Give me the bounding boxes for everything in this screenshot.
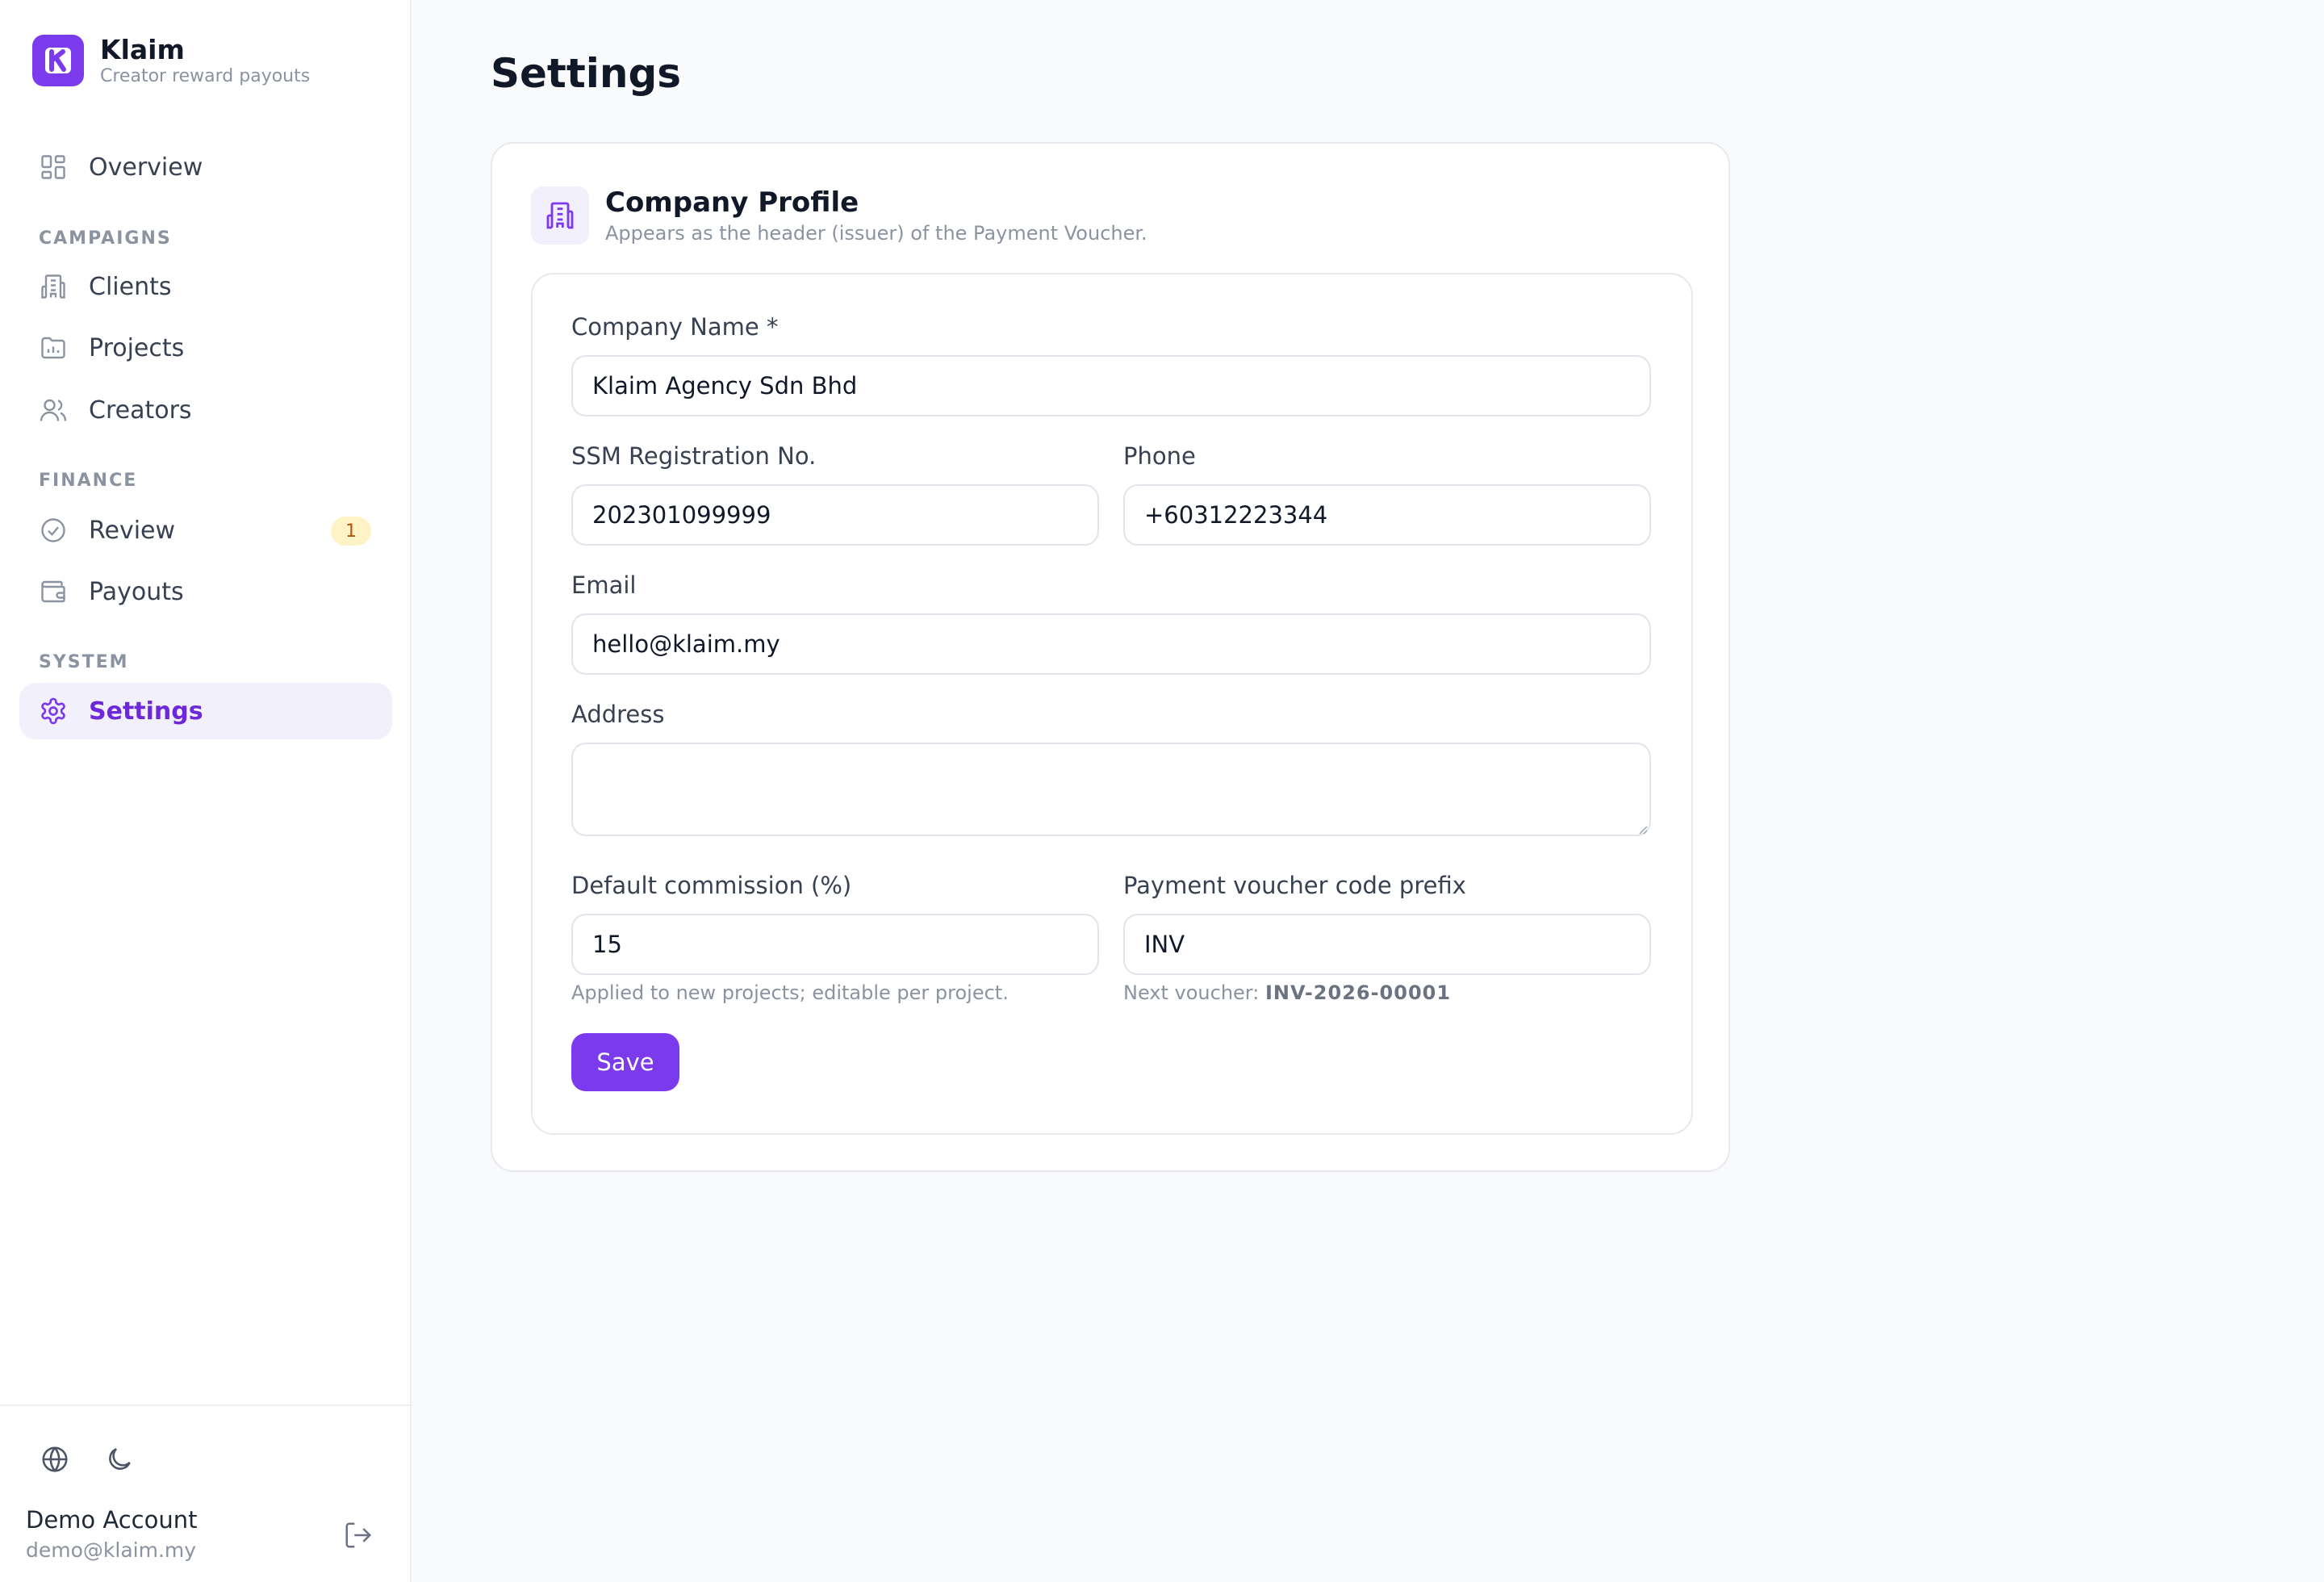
review-count-badge: 1 bbox=[331, 517, 371, 546]
commission-label: Default commission (%) bbox=[571, 872, 852, 899]
main-content: Settings Company Profile Appears as the … bbox=[412, 0, 2324, 1582]
section-title-campaigns: CAMPAIGNS bbox=[39, 228, 172, 249]
commission-hint: Applied to new projects; editable per pr… bbox=[571, 981, 1009, 1004]
sidebar-item-settings[interactable]: Settings bbox=[19, 683, 392, 739]
sidebar-item-clients[interactable]: Clients bbox=[19, 258, 392, 315]
sidebar-item-label: Creators bbox=[89, 396, 192, 425]
company-name-label: Company Name * bbox=[571, 313, 779, 341]
logout-button[interactable] bbox=[336, 1513, 381, 1558]
voucher-prefix-label: Payment voucher code prefix bbox=[1123, 872, 1466, 899]
sidebar-item-label: Clients bbox=[89, 272, 172, 301]
wallet-icon bbox=[41, 580, 65, 603]
ssm-input[interactable]: 202301099999 bbox=[571, 484, 1099, 546]
voucher-hint-prefix: Next voucher: bbox=[1123, 981, 1260, 1004]
sidebar: Klaim Creator reward payouts Overview CA… bbox=[0, 0, 412, 1582]
folder-chart-icon bbox=[41, 337, 65, 359]
sidebar-item-review[interactable]: Review 1 bbox=[19, 502, 392, 559]
logout-icon bbox=[345, 1522, 372, 1548]
sidebar-item-payouts[interactable]: Payouts bbox=[19, 563, 392, 620]
klaim-logo-icon bbox=[32, 35, 84, 86]
brand-tagline: Creator reward payouts bbox=[100, 66, 311, 86]
dashboard-icon bbox=[41, 155, 65, 179]
section-title-system: SYSTEM bbox=[39, 652, 129, 672]
next-voucher-code: INV-2026-00001 bbox=[1264, 981, 1452, 1004]
commission-input[interactable]: 15 bbox=[571, 914, 1099, 975]
company-profile-form: Company Name * Klaim Agency Sdn Bhd SSM … bbox=[531, 273, 1693, 1135]
resize-grip-icon[interactable] bbox=[1636, 823, 1648, 835]
email-label: Email bbox=[571, 571, 637, 599]
brand-name: Klaim bbox=[100, 34, 185, 65]
card-subtitle: Appears as the header (issuer) of the Pa… bbox=[605, 222, 1147, 245]
page-title: Settings bbox=[491, 50, 682, 97]
globe-icon bbox=[42, 1446, 68, 1473]
card-header: Company Profile Appears as the header (i… bbox=[531, 186, 1147, 245]
building-icon bbox=[531, 186, 589, 245]
company-name-input[interactable]: Klaim Agency Sdn Bhd bbox=[571, 355, 1651, 416]
save-button[interactable]: Save bbox=[571, 1033, 679, 1091]
sidebar-item-label: Review bbox=[89, 516, 176, 545]
building-icon bbox=[41, 274, 65, 299]
voucher-hint: Next voucher: INV-2026-00001 bbox=[1123, 981, 1451, 1004]
sidebar-item-overview[interactable]: Overview bbox=[19, 139, 392, 195]
voucher-prefix-input[interactable]: INV bbox=[1123, 914, 1651, 975]
sidebar-item-label: Payouts bbox=[89, 577, 184, 606]
sidebar-item-creators[interactable]: Creators bbox=[19, 382, 392, 438]
phone-input[interactable]: +60312223344 bbox=[1123, 484, 1651, 546]
phone-label: Phone bbox=[1123, 442, 1196, 470]
sidebar-item-label: Overview bbox=[89, 153, 203, 182]
moon-icon bbox=[109, 1448, 131, 1470]
theme-toggle-button[interactable] bbox=[97, 1437, 142, 1482]
gear-icon bbox=[41, 697, 65, 725]
account-name: Demo Account bbox=[26, 1506, 198, 1534]
language-button[interactable] bbox=[32, 1437, 77, 1482]
email-input[interactable]: hello@klaim.my bbox=[571, 613, 1651, 675]
company-profile-card: Company Profile Appears as the header (i… bbox=[491, 142, 1730, 1172]
address-label: Address bbox=[571, 701, 665, 728]
sidebar-footer: Demo Account demo@klaim.my bbox=[0, 1404, 410, 1582]
users-icon bbox=[40, 399, 67, 421]
sidebar-item-label: Projects bbox=[89, 333, 185, 362]
app-shell: Klaim Creator reward payouts Overview CA… bbox=[0, 0, 2324, 1582]
sidebar-item-label: Settings bbox=[89, 697, 203, 726]
card-title: Company Profile bbox=[605, 186, 859, 219]
ssm-label: SSM Registration No. bbox=[571, 442, 817, 470]
section-title-finance: FINANCE bbox=[39, 471, 138, 491]
account-email: demo@klaim.my bbox=[26, 1538, 197, 1562]
brand[interactable]: Klaim Creator reward payouts bbox=[32, 34, 310, 87]
address-textarea[interactable] bbox=[571, 743, 1651, 836]
sidebar-item-projects[interactable]: Projects bbox=[19, 320, 392, 376]
check-circle-icon bbox=[41, 518, 65, 542]
